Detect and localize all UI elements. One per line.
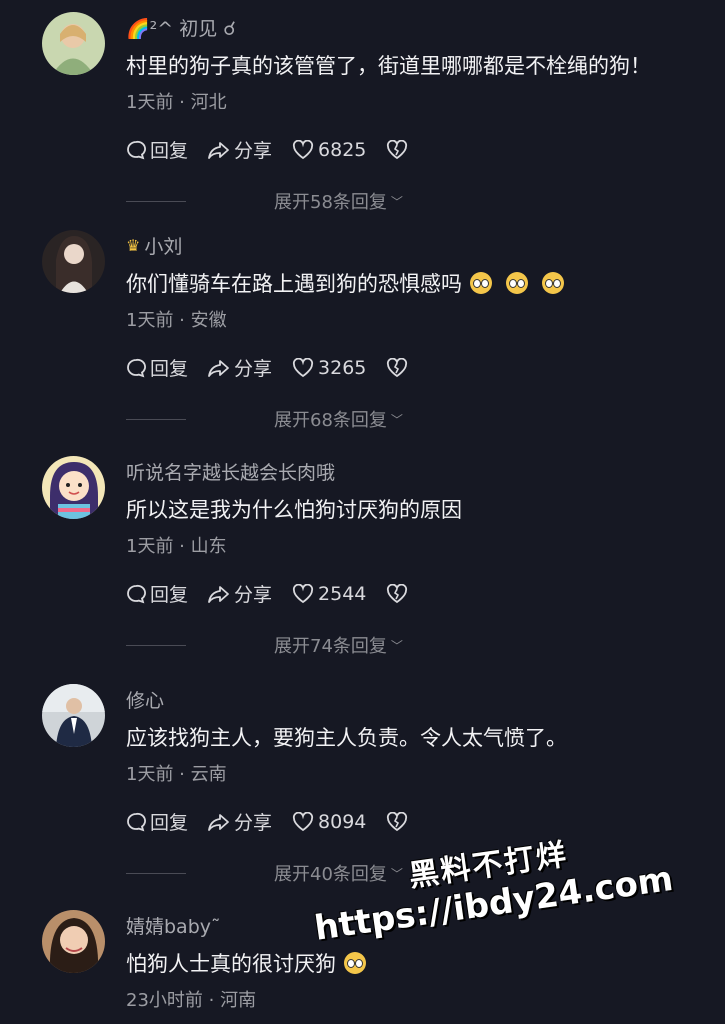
divider <box>126 200 186 202</box>
comment-icon <box>127 358 146 377</box>
like-count: 3265 <box>318 356 367 379</box>
dislike-button[interactable] <box>386 139 408 160</box>
watermark: 黑料不打烊 https://ibdy24.com <box>306 815 675 949</box>
comment-icon <box>127 584 146 603</box>
like-button[interactable]: 6825 <box>292 139 366 161</box>
comment-icon <box>127 140 146 159</box>
share-icon <box>208 813 229 831</box>
username-label: 🌈²^ 初见 ☌ <box>126 18 237 40</box>
username[interactable]: 修心 <box>126 686 164 713</box>
comment-text: 应该找狗主人，要狗主人负责。令人太气愤了。 <box>126 726 567 750</box>
reply-label: 回复 <box>150 812 189 834</box>
comment-text-content: 怕狗人士真的很讨厌狗 <box>126 952 336 976</box>
expand-replies[interactable]: 展开74条回复 ﹀ <box>126 632 403 658</box>
avatar[interactable] <box>42 456 105 519</box>
action-bar: 回复 分享 8094 <box>126 808 428 835</box>
comment-meta: 1天前 · 山东 <box>126 536 227 557</box>
reply-button[interactable]: 回复 <box>126 354 188 381</box>
action-bar: 回复 分享 2544 <box>126 580 428 607</box>
dislike-heart-icon <box>387 357 408 377</box>
divider <box>126 872 186 874</box>
comment-text-content: 你们懂骑车在路上遇到狗的恐惧感吗 <box>126 272 462 296</box>
crying-emoji-icon <box>344 952 366 974</box>
expand-label: 展开68条回复 <box>274 410 387 431</box>
chevron-down-icon: ﹀ <box>390 194 403 209</box>
share-button[interactable]: 分享 <box>208 354 272 381</box>
comment-meta: 1天前 · 河北 <box>126 92 227 113</box>
comment-meta: 23小时前 · 河南 <box>126 990 257 1011</box>
dislike-button[interactable] <box>386 357 408 378</box>
reply-button[interactable]: 回复 <box>126 580 188 607</box>
share-button[interactable]: 分享 <box>208 580 272 607</box>
action-bar: 回复 分享 3265 <box>126 354 428 381</box>
username-label: 婧婧baby˜ <box>126 916 221 938</box>
pleading-emoji-icon <box>506 272 528 294</box>
dislike-heart-icon <box>387 583 408 603</box>
heart-icon <box>292 139 314 159</box>
comment-text: 你们懂骑车在路上遇到狗的恐惧感吗 <box>126 268 564 298</box>
action-bar: 回复 分享 6825 <box>126 136 428 163</box>
dislike-heart-icon <box>387 811 408 831</box>
share-icon <box>208 585 229 603</box>
expand-replies[interactable]: 展开58条回复 ﹀ <box>126 188 403 214</box>
share-label: 分享 <box>234 812 273 834</box>
comment-feed: 🌈²^ 初见 ☌ 村里的狗子真的该管管了，街道里哪哪都是不栓绳的狗！ 1天前 ·… <box>0 0 725 1024</box>
username[interactable]: 🌈²^ 初见 ☌ <box>126 14 236 41</box>
username[interactable]: 听说名字越长越会长肉哦 <box>126 458 335 485</box>
share-label: 分享 <box>234 358 273 380</box>
username-label: 听说名字越长越会长肉哦 <box>126 462 336 484</box>
chevron-down-icon: ﹀ <box>390 412 403 427</box>
pleading-emoji-icon <box>542 272 564 294</box>
reply-label: 回复 <box>150 584 189 606</box>
reply-button[interactable]: 回复 <box>126 136 188 163</box>
like-button[interactable]: 8094 <box>292 811 366 833</box>
share-icon <box>208 359 229 377</box>
chevron-down-icon: ﹀ <box>390 638 403 653</box>
avatar[interactable] <box>42 684 105 747</box>
dislike-heart-icon <box>387 139 408 159</box>
reply-button[interactable]: 回复 <box>126 808 188 835</box>
expand-replies[interactable]: 展开68条回复 ﹀ <box>126 406 403 432</box>
username[interactable]: 婧婧baby˜ <box>126 912 221 939</box>
like-count: 6825 <box>318 138 367 161</box>
like-button[interactable]: 3265 <box>292 357 366 379</box>
comment-icon <box>127 812 146 831</box>
like-count: 2544 <box>318 582 367 605</box>
share-label: 分享 <box>234 584 273 606</box>
heart-icon <box>292 357 314 377</box>
avatar[interactable] <box>42 12 105 75</box>
username[interactable]: ♛ 小刘 <box>126 232 182 259</box>
username-label: 修心 <box>126 690 165 712</box>
like-count: 8094 <box>318 810 367 833</box>
reply-label: 回复 <box>150 358 189 380</box>
divider <box>126 418 186 420</box>
avatar[interactable] <box>42 230 105 293</box>
comment-meta: 1天前 · 云南 <box>126 764 227 785</box>
share-icon <box>208 141 229 159</box>
share-button[interactable]: 分享 <box>208 136 272 163</box>
comment-text: 怕狗人士真的很讨厌狗 <box>126 948 366 978</box>
dislike-button[interactable] <box>386 583 408 604</box>
expand-label: 展开58条回复 <box>274 192 387 213</box>
share-button[interactable]: 分享 <box>208 808 272 835</box>
divider <box>126 644 186 646</box>
heart-icon <box>292 583 314 603</box>
crown-icon: ♛ <box>126 236 141 255</box>
comment-text: 村里的狗子真的该管管了，街道里哪哪都是不栓绳的狗！ <box>126 54 651 78</box>
expand-label: 展开74条回复 <box>274 636 387 657</box>
share-label: 分享 <box>234 140 273 162</box>
username-label: 小刘 <box>144 236 183 258</box>
dislike-button[interactable] <box>386 811 408 832</box>
like-button[interactable]: 2544 <box>292 583 366 605</box>
heart-icon <box>292 811 314 831</box>
reply-label: 回复 <box>150 140 189 162</box>
avatar[interactable] <box>42 910 105 973</box>
comment-text: 所以这是我为什么怕狗讨厌狗的原因 <box>126 498 462 522</box>
comment-meta: 1天前 · 安徽 <box>126 310 227 331</box>
pleading-emoji-icon <box>470 272 492 294</box>
